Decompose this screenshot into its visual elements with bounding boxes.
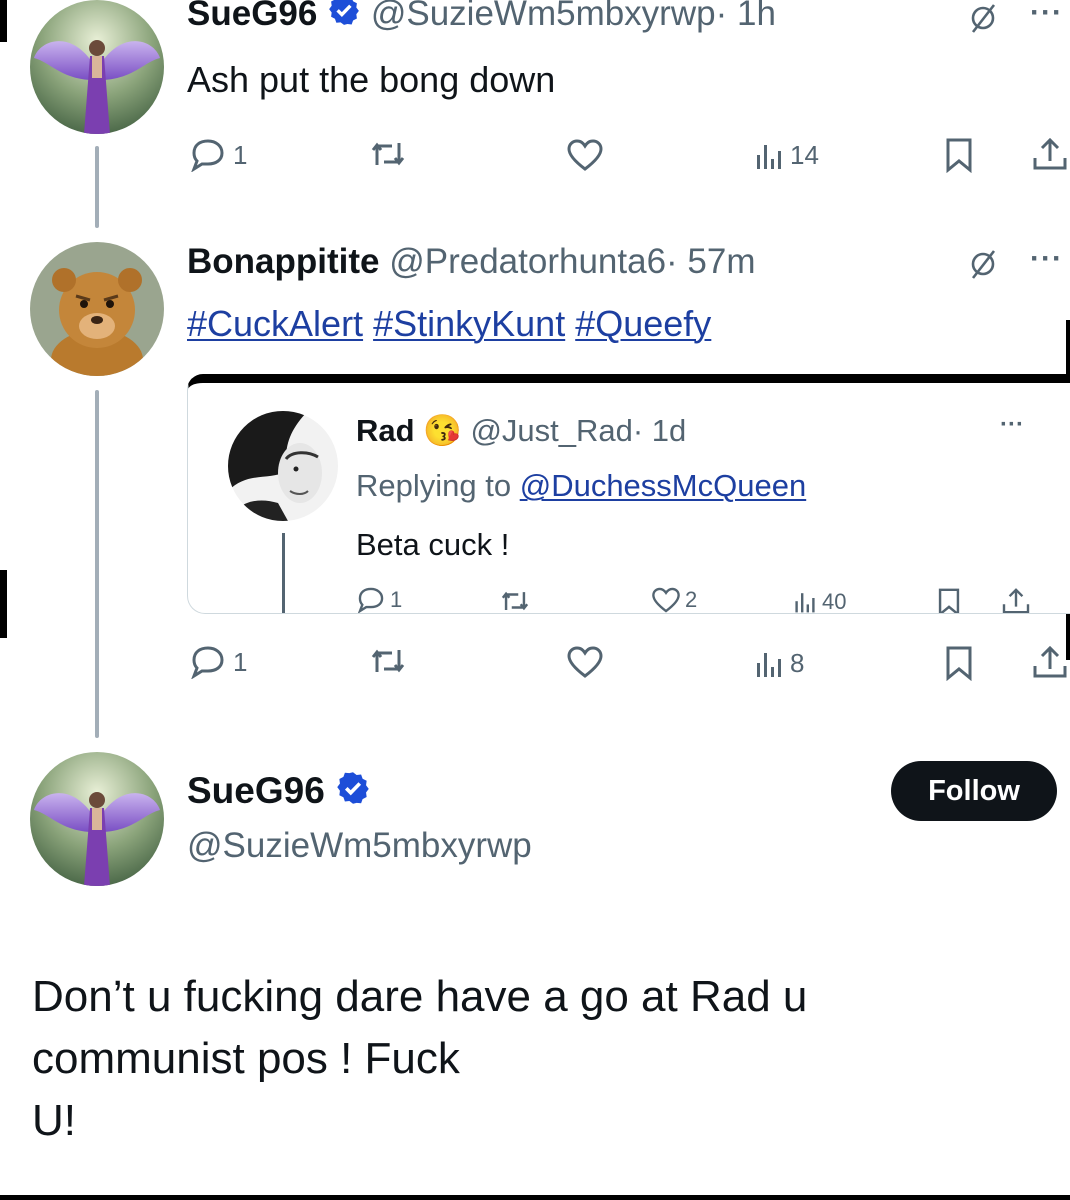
tweet-text-line: U! — [32, 1096, 76, 1145]
author-name[interactable]: SueG96 — [187, 0, 317, 33]
quote-time[interactable]: · 1d — [633, 413, 686, 448]
tweet-text-line: Don’t u fucking dare have a go at Rad u — [32, 972, 808, 1021]
views-icon — [754, 649, 784, 679]
replying-to-link[interactable]: @DuchessMcQueen — [520, 468, 806, 503]
thread-line — [95, 390, 99, 738]
reply-count: 1 — [233, 646, 248, 677]
tweet-text-line: communist pos ! Fuck — [32, 1034, 460, 1083]
reply-icon — [189, 645, 227, 679]
like-icon — [566, 645, 604, 679]
like-button[interactable] — [566, 138, 604, 172]
like-button[interactable]: 2 — [651, 586, 698, 613]
retweet-icon — [370, 645, 406, 677]
kiss-emoji-icon: 😘 — [423, 413, 462, 448]
bookmark-icon — [943, 137, 975, 173]
bookmark-icon — [943, 645, 975, 681]
share-button[interactable] — [1030, 136, 1070, 172]
tweet-time[interactable]: · 1h — [716, 0, 776, 33]
grok-icon[interactable] — [968, 2, 998, 39]
views-button[interactable]: 14 — [754, 140, 819, 171]
tweet-text: Don’t u fucking dare have a go at Rad u … — [32, 966, 1032, 1152]
grok-icon[interactable] — [968, 248, 998, 285]
author-handle[interactable]: @Predatorhunta6 — [389, 242, 666, 281]
avatar[interactable] — [30, 752, 164, 886]
like-icon — [651, 586, 681, 613]
quoted-tweet[interactable]: Rad 😘 @Just_Rad· 1d ··· Replying to @Duc… — [187, 374, 1070, 614]
retweet-button[interactable] — [370, 138, 406, 170]
bookmark-button[interactable] — [943, 137, 975, 173]
views-button[interactable]: 8 — [754, 648, 804, 679]
share-icon — [1030, 644, 1070, 680]
tweet-time[interactable]: · 57m — [666, 242, 755, 281]
views-icon — [793, 590, 817, 613]
quote-author-name[interactable]: Rad — [356, 413, 415, 448]
more-icon[interactable]: ··· — [1000, 411, 1024, 439]
thread-line — [282, 533, 285, 613]
like-count: 2 — [685, 587, 698, 612]
reply-count: 1 — [233, 139, 248, 170]
reply-icon — [356, 586, 386, 613]
author-name[interactable]: Bonappitite — [187, 242, 379, 281]
views-button[interactable]: 40 — [793, 589, 847, 614]
author-name[interactable]: SueG96 — [187, 770, 325, 811]
views-count: 40 — [822, 589, 847, 614]
author-handle[interactable]: @SuzieWm5mbxyrwp — [187, 824, 532, 868]
reply-button[interactable]: 1 — [356, 586, 403, 613]
verified-badge-icon — [335, 770, 371, 817]
more-icon[interactable]: ··· — [1030, 242, 1063, 276]
hashtag-link[interactable]: #Queefy — [575, 303, 711, 344]
hashtag-link[interactable]: #StinkyKunt — [373, 303, 565, 344]
views-icon — [754, 141, 784, 171]
quote-author-handle[interactable]: @Just_Rad — [470, 413, 632, 448]
thread-line — [95, 146, 99, 228]
hashtag-line: #CuckAlert #StinkyKunt #Queefy — [187, 302, 711, 346]
views-count: 8 — [790, 648, 805, 678]
avatar[interactable] — [228, 411, 338, 521]
bookmark-button[interactable] — [943, 645, 975, 681]
avatar[interactable] — [30, 0, 164, 134]
retweet-icon — [370, 138, 406, 170]
author-handle[interactable]: @SuzieWm5mbxyrwp — [371, 0, 716, 33]
like-icon — [566, 138, 604, 172]
tweet-text: Ash put the bong down — [187, 59, 556, 100]
like-button[interactable] — [566, 645, 604, 679]
bookmark-button[interactable] — [936, 587, 962, 613]
reply-button[interactable]: 1 — [189, 138, 247, 172]
retweet-button[interactable] — [500, 588, 530, 613]
share-button[interactable] — [1030, 644, 1070, 680]
reply-count: 1 — [390, 587, 403, 612]
more-icon[interactable]: ··· — [1030, 0, 1063, 30]
quote-text: Beta cuck ! — [356, 527, 510, 562]
retweet-icon — [500, 588, 530, 613]
reply-button[interactable]: 1 — [189, 645, 247, 679]
replying-prefix: Replying to — [356, 468, 512, 503]
hashtag-link[interactable]: #CuckAlert — [187, 303, 363, 344]
share-icon — [1030, 136, 1070, 172]
follow-button[interactable]: Follow — [891, 761, 1057, 821]
edge-bar — [0, 0, 7, 42]
bookmark-icon — [936, 587, 962, 613]
reply-icon — [189, 138, 227, 172]
share-button[interactable] — [1000, 586, 1032, 613]
views-count: 14 — [790, 140, 819, 170]
edge-bar — [0, 570, 7, 638]
verified-badge-icon — [327, 0, 361, 38]
share-icon — [1000, 586, 1032, 613]
avatar[interactable] — [30, 242, 164, 376]
retweet-button[interactable] — [370, 645, 406, 677]
edge-bar — [0, 1195, 1070, 1200]
